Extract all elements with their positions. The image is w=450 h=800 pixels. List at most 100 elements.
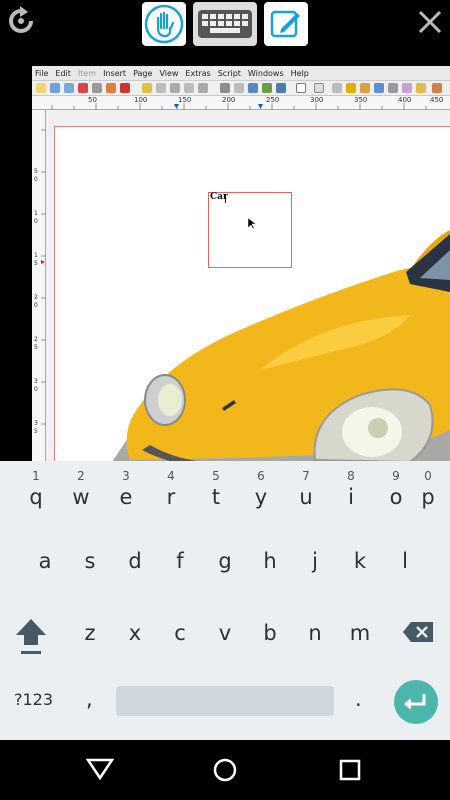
key-q[interactable]: 1q bbox=[14, 469, 58, 511]
key-w[interactable]: 2w bbox=[59, 469, 103, 511]
key-g[interactable]: g bbox=[203, 547, 247, 575]
key-label: i bbox=[348, 485, 354, 509]
close-icon[interactable] bbox=[414, 6, 446, 38]
key-r[interactable]: 4r bbox=[149, 469, 193, 511]
preflight-icon[interactable] bbox=[106, 83, 116, 93]
key-s[interactable]: s bbox=[68, 547, 112, 575]
period-key[interactable]: . bbox=[355, 687, 362, 711]
menu-item[interactable]: Item bbox=[78, 69, 96, 78]
key-l[interactable]: l bbox=[383, 547, 427, 575]
text-frame-icon[interactable] bbox=[234, 83, 244, 93]
table-icon[interactable] bbox=[276, 83, 286, 93]
key-b[interactable]: b bbox=[248, 619, 292, 647]
key-label: m bbox=[349, 621, 371, 645]
rotate-icon[interactable] bbox=[374, 83, 384, 93]
screen: File Edit Item Insert Page View Extras S… bbox=[0, 0, 450, 800]
text-caret bbox=[225, 194, 226, 203]
save-icon[interactable] bbox=[64, 83, 74, 93]
mouse-pointer-icon bbox=[248, 218, 256, 230]
comma-key[interactable]: , bbox=[86, 687, 93, 711]
key-j[interactable]: j bbox=[293, 547, 337, 575]
shape-icon[interactable] bbox=[296, 83, 306, 93]
key-label: w bbox=[72, 485, 90, 509]
home-icon[interactable] bbox=[212, 757, 238, 783]
symbols-key[interactable]: ?123 bbox=[14, 690, 53, 709]
text-frame[interactable]: Car bbox=[208, 192, 292, 268]
open-icon[interactable] bbox=[50, 83, 60, 93]
polygon-icon[interactable] bbox=[314, 83, 324, 93]
close-doc-icon[interactable] bbox=[78, 83, 88, 93]
soft-keyboard: 1q 2w 3e 4r 5t 6y 7u 8i 9o 0p a s d f g … bbox=[0, 461, 450, 740]
key-label: c bbox=[174, 621, 186, 645]
key-label: s bbox=[84, 549, 96, 573]
new-doc-icon[interactable] bbox=[36, 83, 46, 93]
space-bar[interactable] bbox=[116, 686, 334, 716]
menu-bar: File Edit Item Insert Page View Extras S… bbox=[32, 66, 450, 81]
key-label: h bbox=[263, 549, 277, 573]
pdf-icon[interactable] bbox=[120, 83, 130, 93]
link-frames-icon[interactable] bbox=[416, 83, 426, 93]
edit-content-icon[interactable] bbox=[402, 83, 412, 93]
menu-script[interactable]: Script bbox=[218, 69, 241, 78]
menu-view[interactable]: View bbox=[159, 69, 178, 78]
undo-icon[interactable] bbox=[142, 83, 152, 93]
render-frame-icon[interactable] bbox=[262, 83, 272, 93]
key-z[interactable]: z bbox=[68, 619, 112, 647]
ruler-label: 5 bbox=[34, 168, 38, 175]
key-t[interactable]: 5t bbox=[194, 469, 238, 511]
backspace-icon[interactable] bbox=[402, 621, 434, 643]
key-x[interactable]: x bbox=[113, 619, 157, 647]
enter-button[interactable] bbox=[394, 680, 438, 724]
menu-page[interactable]: Page bbox=[133, 69, 152, 78]
key-a[interactable]: a bbox=[23, 547, 67, 575]
measure-icon[interactable] bbox=[432, 83, 442, 93]
image-frame-icon[interactable] bbox=[248, 83, 258, 93]
refresh-icon[interactable] bbox=[6, 6, 36, 36]
recents-icon[interactable] bbox=[338, 758, 362, 782]
print-icon[interactable] bbox=[92, 83, 102, 93]
key-d[interactable]: d bbox=[113, 547, 157, 575]
ruler-label: 5 bbox=[34, 428, 38, 435]
copy-icon[interactable] bbox=[184, 83, 194, 93]
select-icon[interactable] bbox=[220, 83, 230, 93]
menu-windows[interactable]: Windows bbox=[248, 69, 284, 78]
key-y[interactable]: 6y bbox=[239, 469, 283, 511]
menu-edit[interactable]: Edit bbox=[55, 69, 71, 78]
key-h[interactable]: h bbox=[248, 547, 292, 575]
edit-mode-button[interactable] bbox=[264, 2, 308, 46]
bezier-icon[interactable] bbox=[346, 83, 356, 93]
key-v[interactable]: v bbox=[203, 619, 247, 647]
freehand-icon[interactable] bbox=[360, 83, 370, 93]
key-label: p bbox=[421, 485, 435, 509]
cut-icon[interactable] bbox=[170, 83, 180, 93]
key-hint: 5 bbox=[212, 469, 220, 483]
redo-icon[interactable] bbox=[156, 83, 166, 93]
key-f[interactable]: f bbox=[158, 547, 202, 575]
paste-icon[interactable] bbox=[198, 83, 208, 93]
menu-extras[interactable]: Extras bbox=[185, 69, 210, 78]
back-icon[interactable] bbox=[86, 756, 114, 782]
key-n[interactable]: n bbox=[293, 619, 337, 647]
key-e[interactable]: 3e bbox=[104, 469, 148, 511]
ruler-label: 350 bbox=[354, 96, 368, 104]
menu-file[interactable]: File bbox=[35, 69, 48, 78]
document-canvas[interactable]: Car bbox=[46, 110, 450, 461]
line-icon[interactable] bbox=[332, 83, 342, 93]
key-c[interactable]: c bbox=[158, 619, 202, 647]
key-m[interactable]: m bbox=[338, 619, 382, 647]
zoom-icon[interactable] bbox=[388, 83, 398, 93]
key-label: f bbox=[176, 549, 184, 573]
ruler-label: 5 bbox=[34, 260, 38, 267]
shift-icon[interactable] bbox=[14, 615, 48, 659]
key-i[interactable]: 8i bbox=[329, 469, 373, 511]
menu-help[interactable]: Help bbox=[291, 69, 309, 78]
key-u[interactable]: 7u bbox=[284, 469, 328, 511]
navigation-bar bbox=[0, 740, 450, 800]
key-p[interactable]: 0p bbox=[406, 469, 450, 511]
key-label: g bbox=[218, 549, 232, 573]
menu-insert[interactable]: Insert bbox=[103, 69, 126, 78]
keyboard-toggle-button[interactable] bbox=[193, 2, 257, 46]
ruler-label: 0 bbox=[34, 302, 38, 309]
key-k[interactable]: k bbox=[338, 547, 382, 575]
hand-mode-button[interactable] bbox=[142, 2, 186, 46]
